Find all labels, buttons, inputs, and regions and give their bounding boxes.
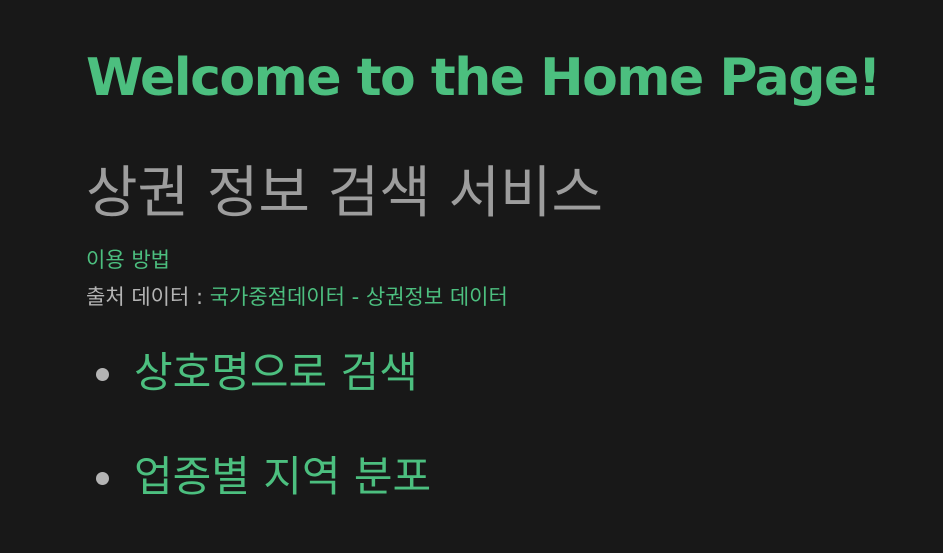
home-page: Welcome to the Home Page! 상권 정보 검색 서비스 이…: [0, 0, 943, 553]
industry-distribution-link[interactable]: 업종별 지역 분포: [134, 452, 431, 501]
menu-item-search-by-name: 상호명으로 검색: [86, 346, 431, 400]
menu-item-industry-distribution: 업종별 지역 분포: [86, 450, 431, 504]
service-title: 상권 정보 검색 서비스: [86, 161, 604, 226]
data-source-link[interactable]: 국가중점데이터 - 상권정보 데이터: [210, 285, 508, 309]
usage-guide-link[interactable]: 이용 방법: [86, 247, 170, 273]
welcome-heading: Welcome to the Home Page!: [86, 48, 881, 108]
bullet-icon: [96, 472, 109, 485]
bullet-icon: [96, 368, 109, 381]
service-menu: 상호명으로 검색 업종별 지역 분포: [86, 346, 431, 553]
data-source-label: 출처 데이터 :: [86, 285, 210, 309]
data-source-line: 출처 데이터 : 국가중점데이터 - 상권정보 데이터: [86, 284, 508, 310]
search-by-name-link[interactable]: 상호명으로 검색: [134, 348, 418, 397]
